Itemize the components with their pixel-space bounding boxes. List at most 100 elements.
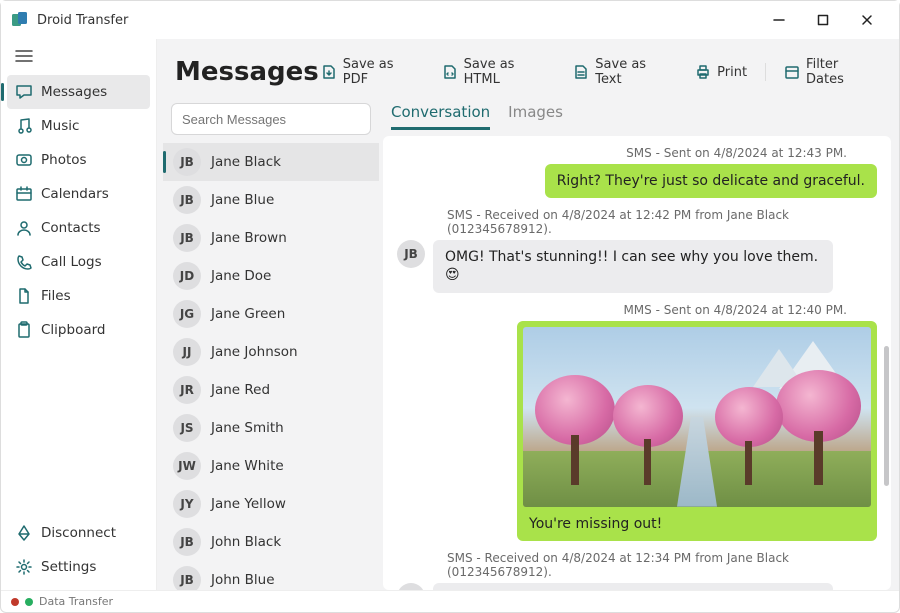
- header: Messages Save as PDF Save as HTML Save a…: [157, 39, 899, 99]
- statusbar: Data Transfer: [1, 590, 899, 612]
- contact-name: John Blue: [211, 572, 275, 588]
- scrollbar-thumb[interactable]: [884, 346, 889, 486]
- save-html-button[interactable]: Save as HTML: [440, 53, 556, 91]
- tool-label: Save as PDF: [343, 57, 422, 87]
- nav-label: Call Logs: [41, 254, 102, 270]
- tool-label: Print: [717, 65, 747, 80]
- message-bubble: OMG! That's stunning!! I can see why you…: [433, 240, 833, 292]
- nav-calendars[interactable]: Calendars: [1, 177, 156, 211]
- menu-toggle[interactable]: [1, 39, 156, 73]
- contact-item[interactable]: JYJane Yellow: [163, 485, 379, 523]
- nav-label: Settings: [41, 559, 96, 575]
- tool-label: Save as Text: [595, 57, 675, 87]
- tool-label: Filter Dates: [806, 57, 879, 87]
- message-block: SMS - Received on 4/8/2024 at 12:34 PM f…: [397, 551, 877, 590]
- toolbar: Save as PDF Save as HTML Save as Text Pr…: [319, 53, 881, 91]
- nav-label: Photos: [41, 152, 87, 168]
- avatar: JB: [397, 240, 425, 268]
- nav-clipboard[interactable]: Clipboard: [1, 313, 156, 347]
- window-title: Droid Transfer: [37, 13, 128, 28]
- contact-name: Jane Green: [211, 306, 285, 322]
- save-pdf-button[interactable]: Save as PDF: [319, 53, 424, 91]
- avatar: JJ: [173, 338, 201, 366]
- message-bubble: You're missing out!: [517, 321, 877, 541]
- contact-name: Jane Black: [211, 154, 281, 170]
- message-meta: MMS - Sent on 4/8/2024 at 12:40 PM.: [397, 303, 877, 317]
- contact-name: Jane Blue: [211, 192, 274, 208]
- contact-name: Jane Smith: [211, 420, 284, 436]
- nav-files[interactable]: Files: [1, 279, 156, 313]
- mms-attachment-image[interactable]: [523, 327, 871, 507]
- text-icon: [573, 64, 589, 80]
- minimize-button[interactable]: [757, 5, 801, 35]
- nav-calllogs[interactable]: Call Logs: [1, 245, 156, 279]
- calendar-filter-icon: [784, 64, 800, 80]
- pdf-icon: [321, 64, 337, 80]
- nav-photos[interactable]: Photos: [1, 143, 156, 177]
- messages-area: SMS - Sent on 4/8/2024 at 12:43 PM.Right…: [383, 136, 891, 590]
- contacts-icon: [15, 219, 37, 237]
- music-icon: [15, 117, 37, 135]
- contact-item[interactable]: JS Jane Smith: [163, 409, 379, 447]
- nav-label: Files: [41, 288, 71, 304]
- contact-name: Jane Doe: [211, 268, 271, 284]
- search-input[interactable]: [171, 103, 371, 135]
- filter-dates-button[interactable]: Filter Dates: [782, 53, 881, 91]
- contact-list: JBJane BlackJBJane BlueJBJane BrownJDJan…: [163, 143, 379, 590]
- message-meta: SMS - Sent on 4/8/2024 at 12:43 PM.: [397, 146, 877, 160]
- tab-conversation[interactable]: Conversation: [391, 103, 490, 130]
- nav-music[interactable]: Music: [1, 109, 156, 143]
- messages-icon: [15, 83, 37, 101]
- save-text-button[interactable]: Save as Text: [571, 53, 677, 91]
- disconnect-icon: [15, 524, 37, 542]
- nav-label: Disconnect: [41, 525, 116, 541]
- contact-name: Jane White: [211, 458, 284, 474]
- message-meta: SMS - Received on 4/8/2024 at 12:34 PM f…: [397, 551, 877, 579]
- avatar: JB: [173, 224, 201, 252]
- contact-item[interactable]: JB Jane Blue: [163, 181, 379, 219]
- avatar: JB: [173, 186, 201, 214]
- mms-caption: You're missing out!: [523, 513, 871, 535]
- nav-messages[interactable]: Messages: [7, 75, 150, 109]
- maximize-button[interactable]: [801, 5, 845, 35]
- nav-bottom: Disconnect Settings: [1, 516, 156, 590]
- calendar-icon: [15, 185, 37, 203]
- contact-item[interactable]: JBJane Brown: [163, 219, 379, 257]
- file-icon: [15, 287, 37, 305]
- contact-name: Jane Johnson: [211, 344, 298, 360]
- message-row: JBOhh, those are beautiful too. I've nev…: [397, 583, 877, 590]
- contact-name: Jane Yellow: [211, 496, 286, 512]
- contact-item[interactable]: JW Jane White: [163, 447, 379, 485]
- avatar: JW: [173, 452, 201, 480]
- avatar: JG: [173, 300, 201, 328]
- message-row: JB OMG! That's stunning!! I can see why y…: [397, 240, 877, 292]
- contact-item[interactable]: JBJohn Black: [163, 523, 379, 561]
- clipboard-icon: [15, 321, 37, 339]
- html-icon: [442, 64, 458, 80]
- gear-icon: [15, 558, 37, 576]
- contact-item[interactable]: JBJohn Blue: [163, 561, 379, 590]
- tool-label: Save as HTML: [464, 57, 554, 87]
- close-button[interactable]: [845, 5, 889, 35]
- avatar: JS: [173, 414, 201, 442]
- nav-settings[interactable]: Settings: [1, 550, 156, 584]
- message-meta: SMS - Received on 4/8/2024 at 12:42 PM f…: [397, 208, 877, 236]
- tab-images[interactable]: Images: [508, 103, 563, 130]
- avatar: JB: [173, 528, 201, 556]
- print-icon: [695, 64, 711, 80]
- contact-item[interactable]: JJ Jane Johnson: [163, 333, 379, 371]
- contact-column: JBJane BlackJBJane BlueJBJane BrownJDJan…: [163, 99, 379, 590]
- nav-label: Messages: [41, 84, 107, 100]
- contact-item[interactable]: JD Jane Doe: [163, 257, 379, 295]
- page-title: Messages: [175, 57, 319, 87]
- print-button[interactable]: Print: [693, 60, 749, 84]
- nav-label: Clipboard: [41, 322, 105, 338]
- contact-item[interactable]: JG Jane Green: [163, 295, 379, 333]
- avatar: JD: [173, 262, 201, 290]
- message-row: You're missing out!: [397, 321, 877, 541]
- contact-item[interactable]: JBJane Black: [163, 143, 379, 181]
- phone-icon: [15, 253, 37, 271]
- nav-disconnect[interactable]: Disconnect: [1, 516, 156, 550]
- contact-item[interactable]: JRJane Red: [163, 371, 379, 409]
- nav-contacts[interactable]: Contacts: [1, 211, 156, 245]
